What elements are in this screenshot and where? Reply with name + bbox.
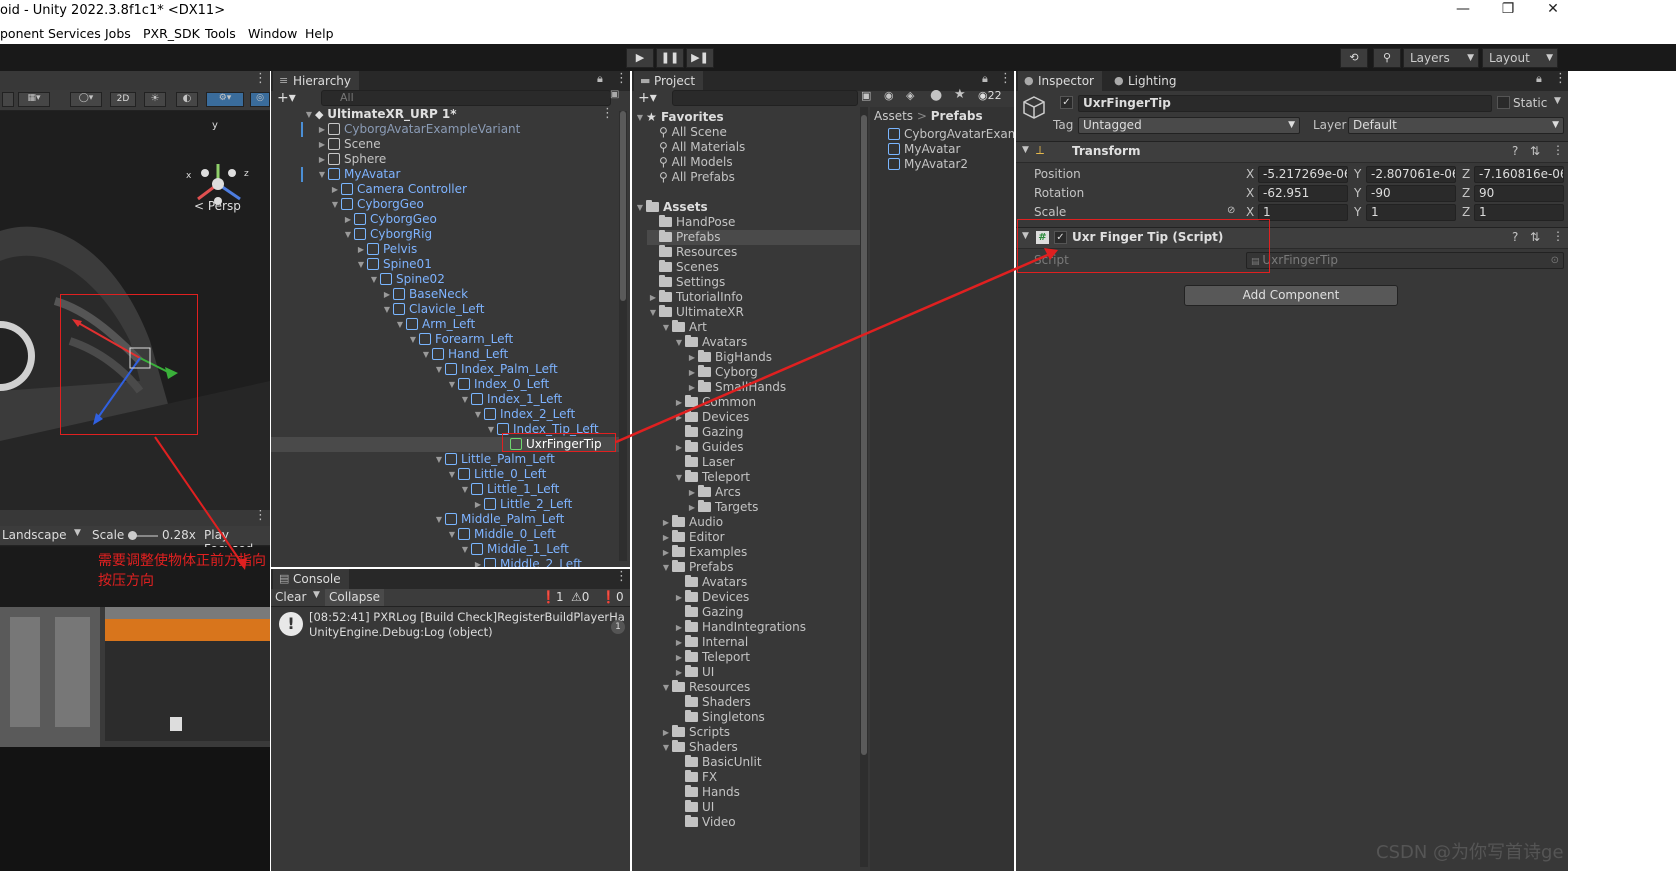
watermark: CSDN @为你写首诗ge xyxy=(1376,842,1564,863)
annotation-arrows xyxy=(154,248,1058,570)
